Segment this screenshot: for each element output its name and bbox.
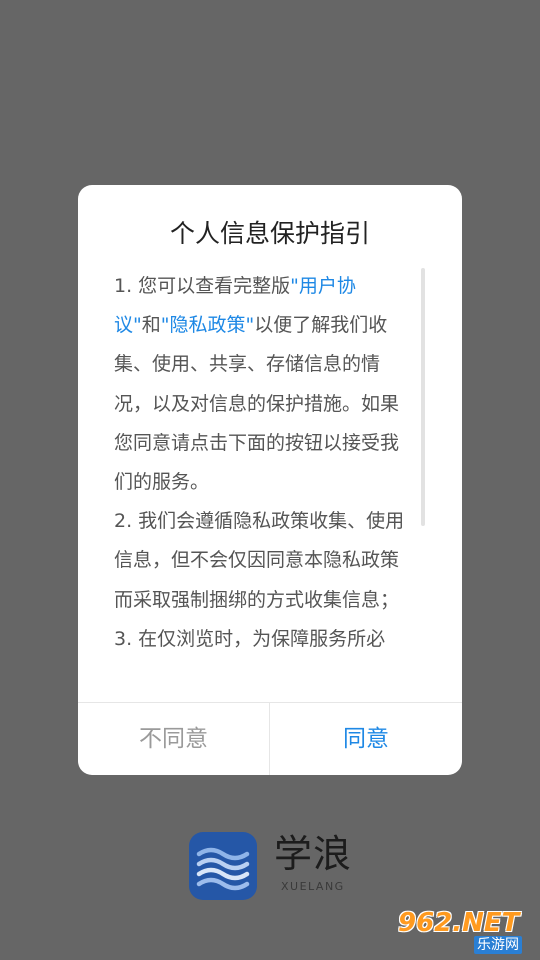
privacy-policy-link[interactable]: 隐私政策 — [170, 314, 246, 336]
quote-close: " — [133, 314, 142, 337]
paragraph-2: 2. 我们会遵循隐私政策收集、使用信息，但不会仅因同意本隐私政策而采取强制捆绑的… — [114, 510, 405, 611]
dialog-title: 个人信息保护指引 — [169, 219, 370, 248]
agree-button[interactable]: 同意 — [270, 703, 462, 775]
watermark-label: 乐游网 — [474, 936, 522, 954]
brand-subtitle: XUELANG — [281, 880, 345, 893]
dialog-content[interactable]: 1. 您可以查看完整版"用户协议"和"隐私政策"以便了解我们收集、使用、共享、存… — [114, 267, 416, 701]
paragraph-1: 1. 您可以查看完整版"用户协议"和"隐私政策"以便了解我们收集、使用、共享、存… — [114, 267, 416, 502]
site-watermark: 962.NET 乐游网 — [398, 908, 538, 958]
paragraph-3: 3. 在仅浏览时，为保障服务所必 — [114, 627, 386, 650]
disagree-button[interactable]: 不同意 — [78, 703, 269, 775]
brand-name: 学浪 — [274, 832, 353, 876]
app-logo — [189, 832, 257, 900]
paragraph-1-suffix: 以便了解我们收集、使用、共享、存储信息的情况，以及对信息的保护措施。如果您同意请… — [114, 314, 400, 494]
and-text: 和 — [141, 314, 161, 337]
wave-logo-icon — [196, 847, 250, 891]
quote-open: " — [290, 275, 299, 297]
paragraph-1-prefix: 1. 您可以查看完整版 — [114, 275, 291, 297]
quote-close: " — [245, 314, 255, 337]
content-scrollbar[interactable] — [421, 268, 425, 526]
watermark-site: 962.NET — [398, 908, 520, 938]
quote-open: " — [160, 314, 170, 337]
